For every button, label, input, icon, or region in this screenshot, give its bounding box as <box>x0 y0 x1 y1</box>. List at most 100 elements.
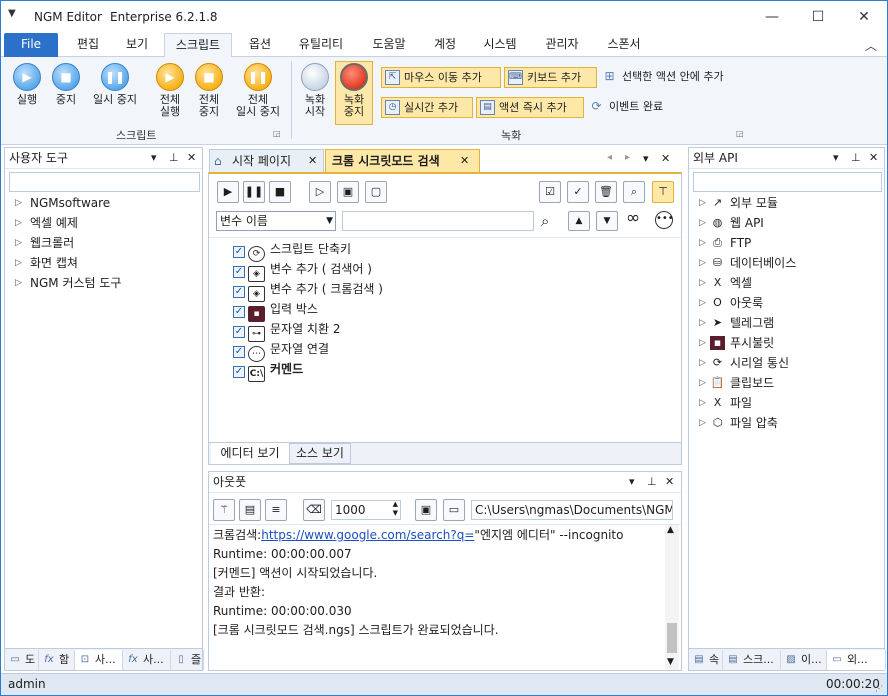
save-icon[interactable]: ▣ <box>415 499 437 521</box>
add-into-selected-action-button[interactable]: ⊞ 선택한 액션 안에 추가 <box>600 67 750 88</box>
variable-search-input[interactable] <box>342 211 534 231</box>
list-icon[interactable]: ≡ <box>265 499 287 521</box>
pin-icon[interactable]: ⊥ <box>647 472 657 492</box>
search-icon[interactable]: ⌕ <box>541 212 549 230</box>
tab-list-icon[interactable]: ▾ <box>643 152 649 165</box>
close-panel-icon[interactable]: ✕ <box>665 472 674 492</box>
spinner-icon[interactable]: ▲ ▼ <box>393 500 398 518</box>
checkbox-icon[interactable]: ✓ <box>233 346 245 358</box>
external-api-search[interactable] <box>693 172 882 192</box>
tab-chrome-incognito-search[interactable]: 크롬 시크릿모드 검색 ✕ <box>325 149 480 173</box>
check-icon[interactable]: ✓ <box>567 181 589 203</box>
scroll-up-icon[interactable]: ▲ <box>667 525 674 535</box>
step-into-icon[interactable]: ▣ <box>337 181 359 203</box>
tab-help[interactable]: 도움말 <box>359 33 419 57</box>
play-button[interactable]: ▶ <box>217 181 239 203</box>
system-menu-icon[interactable]: ▼ <box>8 8 16 19</box>
tree-item[interactable]: ▷ 화면 캡쳐 <box>5 253 202 273</box>
bottom-tab[interactable]: fx 함 <box>39 650 75 670</box>
collapse-ribbon-icon[interactable]: ︿ <box>865 37 877 54</box>
pause-all-button[interactable]: ❚❚ 전체 일시 중지 <box>229 63 287 118</box>
api-item[interactable]: ▷ ➤ 텔레그램 <box>689 313 884 333</box>
api-item[interactable]: ▷ ⎙ FTP <box>689 233 884 253</box>
stop-all-button[interactable]: ■ 전체 중지 <box>189 63 229 118</box>
tab-file[interactable]: File <box>4 33 58 57</box>
record-dialog-launcher-icon[interactable]: ◲ <box>736 129 744 138</box>
bottom-tab[interactable]: fx 사... <box>123 650 171 670</box>
tab-utility[interactable]: 유틸리티 <box>287 33 355 57</box>
checkbox-icon[interactable]: ✓ <box>233 366 245 378</box>
action-item[interactable]: ✓ ⊶ 문자열 치환 2 <box>233 319 340 342</box>
pause-button[interactable]: ❚❚ 일시 중지 <box>85 63 145 106</box>
tree-item[interactable]: ▷ 웹크롤러 <box>5 233 202 253</box>
bottom-tab[interactable]: ▤ 속 <box>689 650 723 670</box>
tab-system[interactable]: 시스템 <box>471 33 529 57</box>
more-options-icon[interactable]: ••• <box>655 211 674 229</box>
close-panel-icon[interactable]: ✕ <box>187 148 196 168</box>
tab-view[interactable]: 보기 <box>113 33 161 57</box>
checkbox-icon[interactable]: ✓ <box>233 326 245 338</box>
bottom-tab[interactable]: ⊡ 사... <box>75 650 123 670</box>
api-item[interactable]: ▷ X 엑셀 <box>689 273 884 293</box>
checkbox-icon[interactable]: ✓ <box>233 246 245 258</box>
output-path-field[interactable]: C:\Users\ngmas\Documents\NGM6\ <box>471 500 673 520</box>
bottom-tab[interactable]: ▭ 외... <box>827 650 886 670</box>
step-play-icon[interactable]: ▷ <box>309 181 331 203</box>
move-down-button[interactable]: ▼ <box>596 211 618 231</box>
record-stop-button[interactable]: 녹화 중지 <box>335 63 373 118</box>
add-realtime-button[interactable]: ◷ 실시간 추가 <box>381 97 473 118</box>
action-item[interactable]: ✓ ◈ 변수 추가 ( 검색어 ) <box>233 259 372 282</box>
dropdown-icon[interactable]: ▾ <box>629 472 635 492</box>
close-panel-icon[interactable]: ✕ <box>869 148 878 168</box>
api-item[interactable]: ▷ ◍ 웹 API <box>689 213 884 233</box>
tab-source-view[interactable]: 소스 보기 <box>289 443 351 464</box>
delete-icon[interactable]: 🗑 <box>595 181 617 203</box>
action-item[interactable]: ✓ ▪ 입력 박스 <box>233 299 318 322</box>
add-action-immediately-button[interactable]: ▤ 액션 즉시 추가 <box>476 97 584 118</box>
loop-icon[interactable]: ∞ <box>626 208 640 228</box>
dropdown-icon[interactable]: ▾ <box>833 148 839 168</box>
close-document-icon[interactable]: ✕ <box>661 152 670 165</box>
move-up-button[interactable]: ▲ <box>568 211 590 231</box>
pause-button[interactable]: ❚❚ <box>243 181 265 203</box>
pin-icon[interactable]: ⊥ <box>169 148 179 168</box>
new-file-icon[interactable]: ▤ <box>239 499 261 521</box>
bottom-tab[interactable]: ▯ 즐 <box>171 650 204 670</box>
wand-icon[interactable]: ⚚ <box>213 499 235 521</box>
check-all-icon[interactable]: ☑ <box>539 181 561 203</box>
action-item[interactable]: ✓ C:\ 커멘드 <box>233 359 303 382</box>
stop-button[interactable]: ■ <box>269 181 291 203</box>
api-item[interactable]: ▷ ⟳ 시리얼 통신 <box>689 353 884 373</box>
action-item[interactable]: ✓ ⋯ 문자열 연결 <box>233 339 329 362</box>
tab-admin[interactable]: 관리자 <box>531 33 593 57</box>
api-item[interactable]: ▷ O 아웃룩 <box>689 293 884 313</box>
bottom-tab[interactable]: ▤ 스크... <box>723 650 781 670</box>
scroll-down-icon[interactable]: ▼ <box>667 657 674 667</box>
api-item[interactable]: ▷ ▪ 푸시불릿 <box>689 333 884 353</box>
checkbox-icon[interactable]: ✓ <box>233 286 245 298</box>
pin-icon[interactable]: ⊥ <box>851 148 861 168</box>
line-count-input[interactable]: 1000 ▲ ▼ <box>331 500 401 520</box>
close-tab-icon[interactable]: ✕ <box>460 150 469 172</box>
user-tools-search[interactable] <box>9 172 200 192</box>
api-item[interactable]: ▷ 📋 클립보드 <box>689 373 884 393</box>
tab-account[interactable]: 계정 <box>421 33 469 57</box>
add-mouse-move-button[interactable]: ⇱ 마우스 이동 추가 <box>381 67 501 88</box>
checkbox-icon[interactable]: ✓ <box>233 306 245 318</box>
tab-script[interactable]: 스크립트 <box>164 33 232 58</box>
scroll-thumb[interactable] <box>667 623 677 653</box>
record-start-button[interactable]: 녹화 시작 <box>297 63 333 118</box>
tree-item[interactable]: ▷ NGM 커스텀 도구 <box>5 273 202 293</box>
folder-open-icon[interactable]: ▭ <box>443 499 465 521</box>
action-item[interactable]: ✓ ⟳ 스크립트 단축키 <box>233 239 351 262</box>
dropdown-icon[interactable]: ▾ <box>151 148 157 168</box>
dialog-launcher-icon[interactable]: ◲ <box>273 129 281 138</box>
tree-item[interactable]: ▷ NGMsoftware <box>5 193 202 213</box>
api-item[interactable]: ▷ ↗ 외부 모듈 <box>689 193 884 213</box>
step-over-icon[interactable]: ▢ <box>365 181 387 203</box>
tab-scroll-right-icon[interactable]: ▸ <box>625 152 630 163</box>
tab-editor-view[interactable]: 에디터 보기 <box>211 443 289 464</box>
event-complete-button[interactable]: ⟳ 이벤트 완료 <box>587 97 687 118</box>
minimize-button[interactable]: — <box>749 1 795 33</box>
api-item[interactable]: ▷ ⛁ 데이터베이스 <box>689 253 884 273</box>
